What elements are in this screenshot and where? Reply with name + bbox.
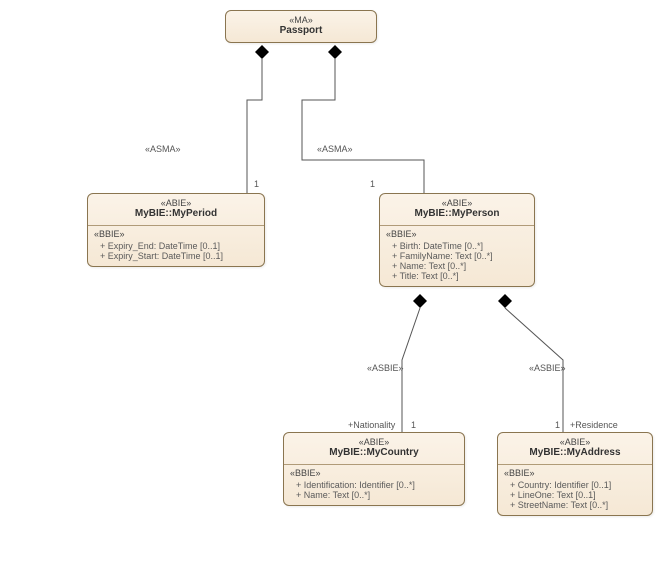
composition-diamond xyxy=(255,45,269,59)
class-header: «MA» Passport xyxy=(226,11,376,42)
connector-line xyxy=(402,308,420,432)
stereotype: «ABIE» xyxy=(290,437,458,447)
attr: + Expiry_End: DateTime [0..1] xyxy=(94,241,258,251)
class-mycountry: «ABIE» MyBIE::MyCountry «BBIE» + Identif… xyxy=(283,432,465,506)
comp-stereo: «BBIE» xyxy=(94,229,258,239)
mult-one-period: 1 xyxy=(254,179,259,189)
class-name: Passport xyxy=(232,25,370,36)
class-header: «ABIE» MyBIE::MyCountry xyxy=(284,433,464,465)
stereotype: «MA» xyxy=(232,15,370,25)
attr: + Expiry_Start: DateTime [0..1] xyxy=(94,251,258,261)
label-asbie-left: «ASBIE» xyxy=(367,363,404,373)
label-asma-left: «ASMA» xyxy=(145,144,181,154)
class-myperson: «ABIE» MyBIE::MyPerson «BBIE» + Birth: D… xyxy=(379,193,535,287)
composition-diamond xyxy=(328,45,342,59)
class-header: «ABIE» MyBIE::MyAddress xyxy=(498,433,652,465)
comp-stereo: «BBIE» xyxy=(386,229,528,239)
attr: + FamilyName: Text [0..*] xyxy=(386,251,528,261)
attr: + Country: Identifier [0..1] xyxy=(504,480,646,490)
class-name: MyBIE::MyPeriod xyxy=(94,208,258,219)
comp-stereo: «BBIE» xyxy=(504,468,646,478)
class-header: «ABIE» MyBIE::MyPerson xyxy=(380,194,534,226)
class-myperiod: «ABIE» MyBIE::MyPeriod «BBIE» + Expiry_E… xyxy=(87,193,265,267)
connector-line xyxy=(302,59,424,193)
role-residence: +Residence xyxy=(570,420,618,430)
attr: + Title: Text [0..*] xyxy=(386,271,528,281)
compartment: «BBIE» + Birth: DateTime [0..*] + Family… xyxy=(380,226,534,286)
mult-one-person: 1 xyxy=(370,179,375,189)
class-name: MyBIE::MyPerson xyxy=(386,208,528,219)
stereotype: «ABIE» xyxy=(386,198,528,208)
composition-diamond xyxy=(413,294,427,308)
attr: + Birth: DateTime [0..*] xyxy=(386,241,528,251)
compartment: «BBIE» + Country: Identifier [0..1] + Li… xyxy=(498,465,652,515)
attr: + Name: Text [0..*] xyxy=(290,490,458,500)
class-myaddress: «ABIE» MyBIE::MyAddress «BBIE» + Country… xyxy=(497,432,653,516)
stereotype: «ABIE» xyxy=(504,437,646,447)
compartment: «BBIE» + Expiry_End: DateTime [0..1] + E… xyxy=(88,226,264,266)
connector-line xyxy=(247,59,262,193)
role-nationality: +Nationality xyxy=(348,420,395,430)
attr: + Name: Text [0..*] xyxy=(386,261,528,271)
class-passport: «MA» Passport xyxy=(225,10,377,43)
attr: + StreetName: Text [0..*] xyxy=(504,500,646,510)
composition-diamond xyxy=(498,294,512,308)
attr: + Identification: Identifier [0..*] xyxy=(290,480,458,490)
class-name: MyBIE::MyCountry xyxy=(290,447,458,458)
mult-one-country: 1 xyxy=(411,420,416,430)
class-name: MyBIE::MyAddress xyxy=(504,447,646,458)
class-header: «ABIE» MyBIE::MyPeriod xyxy=(88,194,264,226)
stereotype: «ABIE» xyxy=(94,198,258,208)
comp-stereo: «BBIE» xyxy=(290,468,458,478)
attr: + LineOne: Text [0..1] xyxy=(504,490,646,500)
label-asbie-right: «ASBIE» xyxy=(529,363,566,373)
mult-one-address: 1 xyxy=(555,420,560,430)
label-asma-right: «ASMA» xyxy=(317,144,353,154)
compartment: «BBIE» + Identification: Identifier [0..… xyxy=(284,465,464,505)
